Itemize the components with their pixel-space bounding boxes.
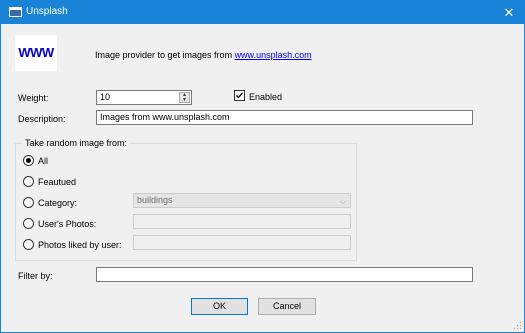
close-button[interactable]: ✕: [494, 1, 524, 24]
radio-photos-liked[interactable]: [23, 239, 34, 250]
random-image-group-title: Take random image from:: [23, 138, 130, 148]
checkmark-icon: [236, 92, 243, 99]
dialog-window: Unsplash ✕ WWW Image provider to get ima…: [0, 0, 525, 333]
weight-stepper[interactable]: 10 ▲ ▼: [96, 90, 192, 105]
title-bar: Unsplash ✕: [1, 1, 524, 24]
weight-label: Weight:: [18, 93, 49, 103]
weight-value: 10: [100, 92, 111, 102]
www-logo: WWW: [15, 35, 57, 71]
window-icon: [9, 7, 22, 17]
filter-field[interactable]: [96, 267, 473, 282]
radio-all[interactable]: [23, 155, 34, 166]
unsplash-link[interactable]: www.unsplash.com: [235, 50, 312, 60]
users-photos-field[interactable]: [133, 214, 351, 229]
weight-spinner[interactable]: ▲ ▼: [179, 92, 190, 103]
window-title: Unsplash: [26, 6, 68, 17]
description-label: Description:: [18, 114, 66, 124]
photos-liked-field[interactable]: [133, 235, 351, 250]
resize-grip-icon[interactable]: [514, 322, 522, 330]
enabled-label: Enabled: [249, 92, 283, 102]
provider-description-text: Image provider to get images from: [95, 50, 235, 60]
description-value: Images from www.unsplash.com: [100, 112, 230, 122]
enabled-checkbox[interactable]: [234, 90, 245, 101]
category-dropdown[interactable]: buildings ⌵: [133, 193, 351, 208]
category-value: buildings: [137, 195, 173, 205]
radio-photos-liked-label: Photos liked by user:: [38, 240, 122, 250]
close-icon: ✕: [503, 5, 515, 20]
radio-featured-label: Feautued: [38, 177, 77, 187]
radio-users-photos[interactable]: [23, 218, 34, 229]
radio-category[interactable]: [23, 197, 34, 208]
filter-label: Filter by:: [18, 271, 53, 281]
spin-down-icon[interactable]: ▼: [180, 97, 189, 103]
radio-featured[interactable]: [23, 176, 34, 187]
radio-category-label: Category:: [38, 198, 78, 208]
chevron-down-icon: ⌵: [339, 197, 346, 206]
provider-description: Image provider to get images from www.un…: [95, 50, 312, 60]
ok-button[interactable]: OK: [191, 298, 248, 315]
radio-users-photos-label: User's Photos:: [38, 219, 97, 229]
cancel-button[interactable]: Cancel: [258, 298, 316, 315]
description-field[interactable]: Images from www.unsplash.com: [96, 110, 473, 125]
radio-all-label: All: [38, 156, 49, 166]
